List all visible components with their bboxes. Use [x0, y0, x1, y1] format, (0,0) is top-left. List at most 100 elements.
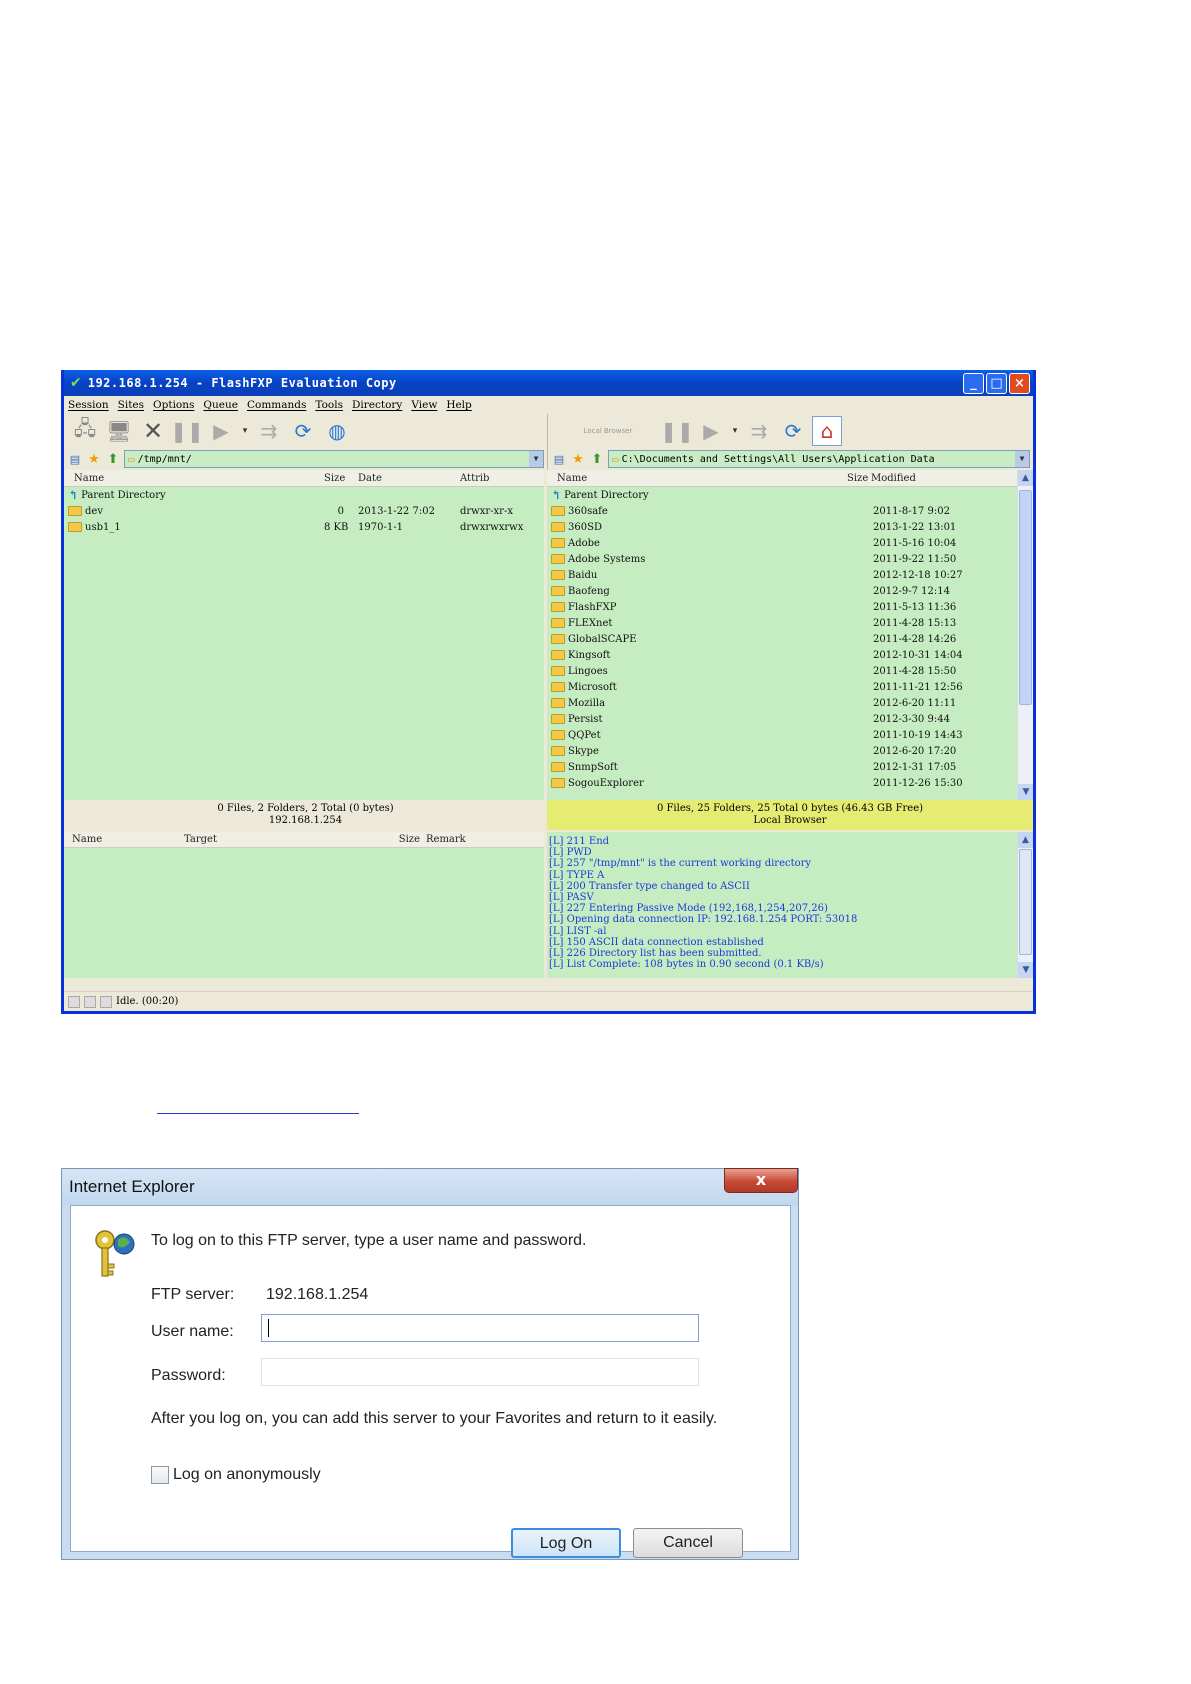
user-name-field[interactable] [261, 1314, 699, 1342]
col-name-local[interactable]: Name [547, 473, 847, 484]
remote-path-field[interactable]: ▭ /tmp/mnt/ ▼ [124, 450, 544, 468]
local-up-directory-icon[interactable]: ⬆ [589, 452, 605, 467]
table-row[interactable]: Mozilla 2012-6-20 11:11 [547, 695, 1033, 711]
maximize-button[interactable]: □ [986, 372, 1007, 394]
table-row[interactable]: Skype 2012-6-20 17:20 [547, 743, 1033, 759]
table-row[interactable]: Kingsoft 2012-10-31 14:04 [547, 647, 1033, 663]
table-row[interactable]: SogouExplorer 2011-12-26 15:30 [547, 775, 1033, 791]
parent-directory-row[interactable]: ↰ Parent Directory [64, 487, 544, 503]
row-name-cell: Persist [547, 714, 865, 725]
menu-commands[interactable]: Commands [247, 399, 306, 411]
globe-icon[interactable]: ◍ [322, 416, 352, 446]
local-chevron-down-icon[interactable]: ▼ [1015, 451, 1029, 467]
log-scroll-down-icon[interactable]: ▼ [1018, 962, 1033, 978]
row-name-cell: SogouExplorer [547, 778, 865, 789]
pause-icon[interactable]: ❚❚ [170, 416, 204, 446]
menu-tools[interactable]: Tools [315, 399, 343, 411]
table-row[interactable]: Adobe Systems 2011-9-22 11:50 [547, 551, 1033, 567]
local-file-list[interactable]: Name Size Modified ↰ Parent Directory 36… [547, 470, 1033, 800]
dialog-close-button[interactable]: x [724, 1168, 798, 1193]
row-name-cell: Baofeng [547, 586, 865, 597]
log-scroll-up-icon[interactable]: ▲ [1018, 832, 1033, 848]
table-row[interactable]: Lingoes 2011-4-28 15:50 [547, 663, 1033, 679]
col-size-local[interactable]: Size [847, 473, 868, 484]
chevron-down-icon[interactable]: ▼ [529, 451, 543, 467]
row-modified: 2011-10-19 14:43 [873, 729, 963, 741]
col-name[interactable]: Name [64, 473, 324, 484]
play-dropdown-icon[interactable]: ▾ [240, 416, 250, 446]
table-row[interactable]: QQPet 2011-10-19 14:43 [547, 727, 1033, 743]
col-date[interactable]: Date [344, 473, 454, 484]
menu-queue[interactable]: Queue [203, 399, 238, 411]
log-scrollbar[interactable]: ▲ ▼ [1017, 832, 1033, 978]
col-size[interactable]: Size [324, 473, 345, 484]
table-row[interactable]: SnmpSoft 2012-1-31 17:05 [547, 759, 1033, 775]
local-path-field[interactable]: ▭ C:\Documents and Settings\All Users\Ap… [608, 450, 1030, 468]
up-directory-icon[interactable]: ⬆ [105, 452, 121, 467]
transfer-icon[interactable]: ⇉ [254, 416, 284, 446]
table-row[interactable]: GlobalSCAPE 2011-4-28 14:26 [547, 631, 1033, 647]
local-play-dropdown-icon[interactable]: ▾ [730, 416, 740, 446]
table-row[interactable]: Microsoft 2011-11-21 12:56 [547, 679, 1033, 695]
refresh-icon[interactable]: ⟳ [288, 416, 318, 446]
hyperlink[interactable] [157, 1100, 359, 1114]
table-row[interactable]: Baofeng 2012-9-7 12:14 [547, 583, 1033, 599]
remote-file-list[interactable]: Name Size Date Attrib ↰ Parent Directory… [64, 470, 547, 800]
table-row[interactable]: Persist 2012-3-30 9:44 [547, 711, 1033, 727]
local-scrollbar[interactable]: ▲ ▼ [1017, 470, 1033, 800]
play-icon[interactable]: ▶ [206, 416, 236, 446]
disconnect-icon[interactable]: 🖥 [104, 416, 134, 446]
anonymous-label[interactable]: Log on anonymously [173, 1466, 321, 1484]
col-attrib[interactable]: Attrib [454, 473, 524, 484]
password-field[interactable] [261, 1358, 699, 1386]
table-row[interactable]: dev 0 2013-1-22 7:02 drwxr-xr-x [64, 503, 544, 519]
queue-col-name[interactable]: Name [64, 834, 184, 845]
cancel-button[interactable]: Cancel [633, 1528, 743, 1558]
scroll-up-icon[interactable]: ▲ [1018, 470, 1033, 486]
network-icon[interactable]: ▤ [67, 453, 83, 466]
table-row[interactable]: 360safe 2011-8-17 9:02 [547, 503, 1033, 519]
home-icon[interactable]: ⌂ [812, 416, 842, 446]
row-name-cell: Microsoft [547, 682, 865, 693]
menu-help[interactable]: Help [446, 399, 471, 411]
local-favorites-star-icon[interactable]: ★ [570, 452, 586, 467]
scroll-thumb[interactable] [1019, 490, 1032, 705]
folder-icon [551, 666, 565, 676]
table-row[interactable]: FLEXnet 2011-4-28 15:13 [547, 615, 1033, 631]
local-pause-icon[interactable]: ❚❚ [660, 416, 694, 446]
transfer-queue[interactable]: Name Target Size Remark [64, 832, 547, 978]
queue-col-remark[interactable]: Remark [420, 834, 480, 845]
menu-view[interactable]: View [411, 399, 437, 411]
table-row[interactable]: usb1_1 8 KB 1970-1-1 drwxrwxrwx [64, 519, 544, 535]
queue-col-size[interactable]: Size [384, 834, 420, 845]
table-row[interactable]: FlashFXP 2011-5-13 11:36 [547, 599, 1033, 615]
dialog-title-bar[interactable]: Internet Explorer [62, 1169, 798, 1205]
local-transfer-icon[interactable]: ⇉ [744, 416, 774, 446]
queue-col-target[interactable]: Target [184, 834, 384, 845]
menu-options[interactable]: Options [153, 399, 194, 411]
local-browser-button[interactable]: Local Browser [558, 427, 658, 435]
log-on-button[interactable]: Log On [511, 1528, 621, 1558]
anonymous-checkbox[interactable] [151, 1466, 169, 1484]
menu-session[interactable]: Session [68, 399, 109, 411]
col-modified[interactable]: Modified [865, 473, 965, 484]
table-row[interactable]: Baidu 2012-12-18 10:27 [547, 567, 1033, 583]
title-bar[interactable]: ✔ 192.168.1.254 - FlashFXP Evaluation Co… [64, 370, 1033, 396]
local-refresh-icon[interactable]: ⟳ [778, 416, 808, 446]
local-network-icon[interactable]: ▤ [551, 453, 567, 466]
local-play-icon[interactable]: ▶ [696, 416, 726, 446]
favorites-star-icon[interactable]: ★ [86, 452, 102, 467]
minimize-button[interactable]: _ [963, 372, 984, 394]
session-log[interactable]: [L] 211 End [L] PWD [L] 257 "/tmp/mnt" is … [547, 832, 1033, 978]
menu-sites[interactable]: Sites [118, 399, 144, 411]
local-parent-directory-row[interactable]: ↰ Parent Directory [547, 487, 1033, 503]
table-row[interactable]: 360SD 2013-1-22 13:01 [547, 519, 1033, 535]
scroll-down-icon[interactable]: ▼ [1018, 784, 1033, 800]
abort-icon[interactable]: ✕ [138, 416, 168, 446]
close-button[interactable]: × [1009, 372, 1030, 394]
table-row[interactable]: Adobe 2011-5-16 10:04 [547, 535, 1033, 551]
menu-directory[interactable]: Directory [352, 399, 402, 411]
status-icon [84, 995, 96, 1008]
connect-icon[interactable]: 🖧 [70, 416, 100, 446]
log-scroll-thumb[interactable] [1019, 849, 1032, 955]
